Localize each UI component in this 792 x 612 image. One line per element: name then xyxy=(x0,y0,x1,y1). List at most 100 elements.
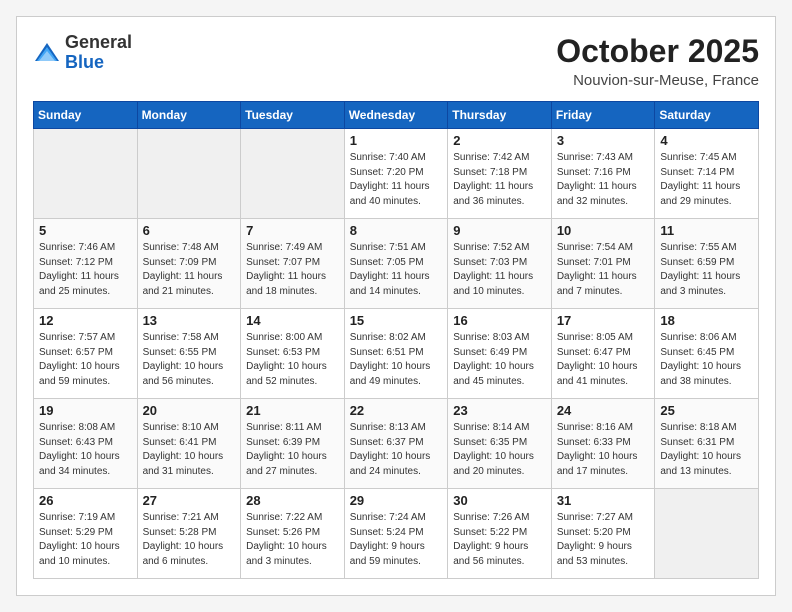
calendar-cell: 4 Sunrise: 7:45 AM Sunset: 7:14 PM Daylig… xyxy=(655,129,759,219)
weekday-header-wednesday: Wednesday xyxy=(344,102,448,129)
logo-blue-text: Blue xyxy=(65,52,104,72)
day-number: 13 xyxy=(143,313,236,328)
day-number: 7 xyxy=(246,223,339,238)
day-number: 3 xyxy=(557,133,650,148)
calendar-cell: 14 Sunrise: 8:00 AM Sunset: 6:53 PM Dayli… xyxy=(241,309,345,399)
day-info: Sunrise: 7:58 AM Sunset: 6:55 PM Dayligh… xyxy=(143,331,236,389)
day-info: Sunrise: 8:14 AM Sunset: 6:35 PM Dayligh… xyxy=(453,421,546,479)
calendar-container: General Blue October 2025 Nouvion-sur-Me… xyxy=(16,16,776,596)
logo-icon xyxy=(33,39,61,67)
calendar-cell: 13 Sunrise: 7:58 AM Sunset: 6:55 PM Dayli… xyxy=(137,309,241,399)
weekday-header-saturday: Saturday xyxy=(655,102,759,129)
calendar-cell: 5 Sunrise: 7:46 AM Sunset: 7:12 PM Daylig… xyxy=(34,219,138,309)
day-number: 24 xyxy=(557,403,650,418)
day-number: 16 xyxy=(453,313,546,328)
day-number: 19 xyxy=(39,403,132,418)
day-info: Sunrise: 7:46 AM Sunset: 7:12 PM Dayligh… xyxy=(39,241,132,299)
day-number: 11 xyxy=(660,223,753,238)
day-number: 27 xyxy=(143,493,236,508)
calendar-cell: 16 Sunrise: 8:03 AM Sunset: 6:49 PM Dayli… xyxy=(448,309,552,399)
calendar-cell: 9 Sunrise: 7:52 AM Sunset: 7:03 PM Daylig… xyxy=(448,219,552,309)
calendar-cell: 15Sunrise: 8:02 AM Sunset: 6:51 PM Dayli… xyxy=(344,309,448,399)
calendar-cell xyxy=(655,489,759,579)
day-number: 6 xyxy=(143,223,236,238)
weekday-header-sunday: Sunday xyxy=(34,102,138,129)
day-info: Sunrise: 7:22 AM Sunset: 5:26 PM Dayligh… xyxy=(246,511,339,569)
location: Nouvion-sur-Meuse, France xyxy=(556,72,759,89)
day-number: 30 xyxy=(453,493,546,508)
calendar-cell: 7 Sunrise: 7:49 AM Sunset: 7:07 PM Daylig… xyxy=(241,219,345,309)
day-number: 8 xyxy=(350,223,443,238)
day-info: Sunrise: 7:45 AM Sunset: 7:14 PM Dayligh… xyxy=(660,151,753,209)
day-number: 25 xyxy=(660,403,753,418)
calendar-cell: 6 Sunrise: 7:48 AM Sunset: 7:09 PM Daylig… xyxy=(137,219,241,309)
calendar-cell: 21 Sunrise: 8:11 AM Sunset: 6:39 PM Dayli… xyxy=(241,399,345,489)
day-info: Sunrise: 7:43 AM Sunset: 7:16 PM Dayligh… xyxy=(557,151,650,209)
logo: General Blue xyxy=(33,33,132,73)
day-number: 4 xyxy=(660,133,753,148)
day-number: 9 xyxy=(453,223,546,238)
day-info: Sunrise: 7:49 AM Sunset: 7:07 PM Dayligh… xyxy=(246,241,339,299)
day-info: Sunrise: 8:05 AM Sunset: 6:47 PM Dayligh… xyxy=(557,331,650,389)
calendar-cell: 31Sunrise: 7:27 AM Sunset: 5:20 PM Dayli… xyxy=(551,489,655,579)
day-info: Sunrise: 7:51 AM Sunset: 7:05 PM Dayligh… xyxy=(350,241,443,299)
calendar-cell: 28 Sunrise: 7:22 AM Sunset: 5:26 PM Dayli… xyxy=(241,489,345,579)
calendar-cell: 26 Sunrise: 7:19 AM Sunset: 5:29 PM Dayli… xyxy=(34,489,138,579)
calendar-cell: 11 Sunrise: 7:55 AM Sunset: 6:59 PM Dayli… xyxy=(655,219,759,309)
day-number: 10 xyxy=(557,223,650,238)
calendar-cell: 20Sunrise: 8:10 AM Sunset: 6:41 PM Dayli… xyxy=(137,399,241,489)
weekday-header-thursday: Thursday xyxy=(448,102,552,129)
day-number: 28 xyxy=(246,493,339,508)
calendar-cell: 8 Sunrise: 7:51 AM Sunset: 7:05 PM Daylig… xyxy=(344,219,448,309)
day-info: Sunrise: 8:00 AM Sunset: 6:53 PM Dayligh… xyxy=(246,331,339,389)
day-info: Sunrise: 8:03 AM Sunset: 6:49 PM Dayligh… xyxy=(453,331,546,389)
calendar-header: General Blue October 2025 Nouvion-sur-Me… xyxy=(33,33,759,89)
calendar-week-row: 26 Sunrise: 7:19 AM Sunset: 5:29 PM Dayli… xyxy=(34,489,759,579)
day-info: Sunrise: 7:55 AM Sunset: 6:59 PM Dayligh… xyxy=(660,241,753,299)
calendar-week-row: 12Sunrise: 7:57 AM Sunset: 6:57 PM Dayli… xyxy=(34,309,759,399)
day-number: 15 xyxy=(350,313,443,328)
day-number: 1 xyxy=(350,133,443,148)
calendar-cell: 2 Sunrise: 7:42 AM Sunset: 7:18 PM Daylig… xyxy=(448,129,552,219)
calendar-cell: 27Sunrise: 7:21 AM Sunset: 5:28 PM Dayli… xyxy=(137,489,241,579)
day-info: Sunrise: 7:42 AM Sunset: 7:18 PM Dayligh… xyxy=(453,151,546,209)
day-info: Sunrise: 7:48 AM Sunset: 7:09 PM Dayligh… xyxy=(143,241,236,299)
weekday-header-row: SundayMondayTuesdayWednesdayThursdayFrid… xyxy=(34,102,759,129)
calendar-cell: 10 Sunrise: 7:54 AM Sunset: 7:01 PM Dayli… xyxy=(551,219,655,309)
day-info: Sunrise: 8:18 AM Sunset: 6:31 PM Dayligh… xyxy=(660,421,753,479)
weekday-header-friday: Friday xyxy=(551,102,655,129)
calendar-cell xyxy=(34,129,138,219)
day-number: 26 xyxy=(39,493,132,508)
day-info: Sunrise: 8:06 AM Sunset: 6:45 PM Dayligh… xyxy=(660,331,753,389)
day-number: 17 xyxy=(557,313,650,328)
calendar-week-row: 19 Sunrise: 8:08 AM Sunset: 6:43 PM Dayli… xyxy=(34,399,759,489)
calendar-cell: 19 Sunrise: 8:08 AM Sunset: 6:43 PM Dayli… xyxy=(34,399,138,489)
day-info: Sunrise: 7:52 AM Sunset: 7:03 PM Dayligh… xyxy=(453,241,546,299)
day-info: Sunrise: 7:19 AM Sunset: 5:29 PM Dayligh… xyxy=(39,511,132,569)
title-block: October 2025 Nouvion-sur-Meuse, France xyxy=(556,33,759,89)
day-number: 29 xyxy=(350,493,443,508)
calendar-cell: 23 Sunrise: 8:14 AM Sunset: 6:35 PM Dayli… xyxy=(448,399,552,489)
weekday-header-monday: Monday xyxy=(137,102,241,129)
day-info: Sunrise: 8:08 AM Sunset: 6:43 PM Dayligh… xyxy=(39,421,132,479)
day-number: 23 xyxy=(453,403,546,418)
calendar-cell: 1 Sunrise: 7:40 AM Sunset: 7:20 PM Daylig… xyxy=(344,129,448,219)
calendar-cell: 18 Sunrise: 8:06 AM Sunset: 6:45 PM Dayli… xyxy=(655,309,759,399)
day-info: Sunrise: 8:11 AM Sunset: 6:39 PM Dayligh… xyxy=(246,421,339,479)
calendar-cell: 3 Sunrise: 7:43 AM Sunset: 7:16 PM Daylig… xyxy=(551,129,655,219)
day-info: Sunrise: 7:40 AM Sunset: 7:20 PM Dayligh… xyxy=(350,151,443,209)
calendar-cell xyxy=(241,129,345,219)
day-info: Sunrise: 8:10 AM Sunset: 6:41 PM Dayligh… xyxy=(143,421,236,479)
day-info: Sunrise: 8:16 AM Sunset: 6:33 PM Dayligh… xyxy=(557,421,650,479)
day-number: 2 xyxy=(453,133,546,148)
day-number: 14 xyxy=(246,313,339,328)
day-info: Sunrise: 7:27 AM Sunset: 5:20 PM Dayligh… xyxy=(557,511,650,569)
day-number: 21 xyxy=(246,403,339,418)
day-info: Sunrise: 7:54 AM Sunset: 7:01 PM Dayligh… xyxy=(557,241,650,299)
day-number: 12 xyxy=(39,313,132,328)
day-number: 18 xyxy=(660,313,753,328)
calendar-cell: 17 Sunrise: 8:05 AM Sunset: 6:47 PM Dayli… xyxy=(551,309,655,399)
calendar-week-row: 5 Sunrise: 7:46 AM Sunset: 7:12 PM Daylig… xyxy=(34,219,759,309)
day-number: 5 xyxy=(39,223,132,238)
day-info: Sunrise: 7:24 AM Sunset: 5:24 PM Dayligh… xyxy=(350,511,443,569)
